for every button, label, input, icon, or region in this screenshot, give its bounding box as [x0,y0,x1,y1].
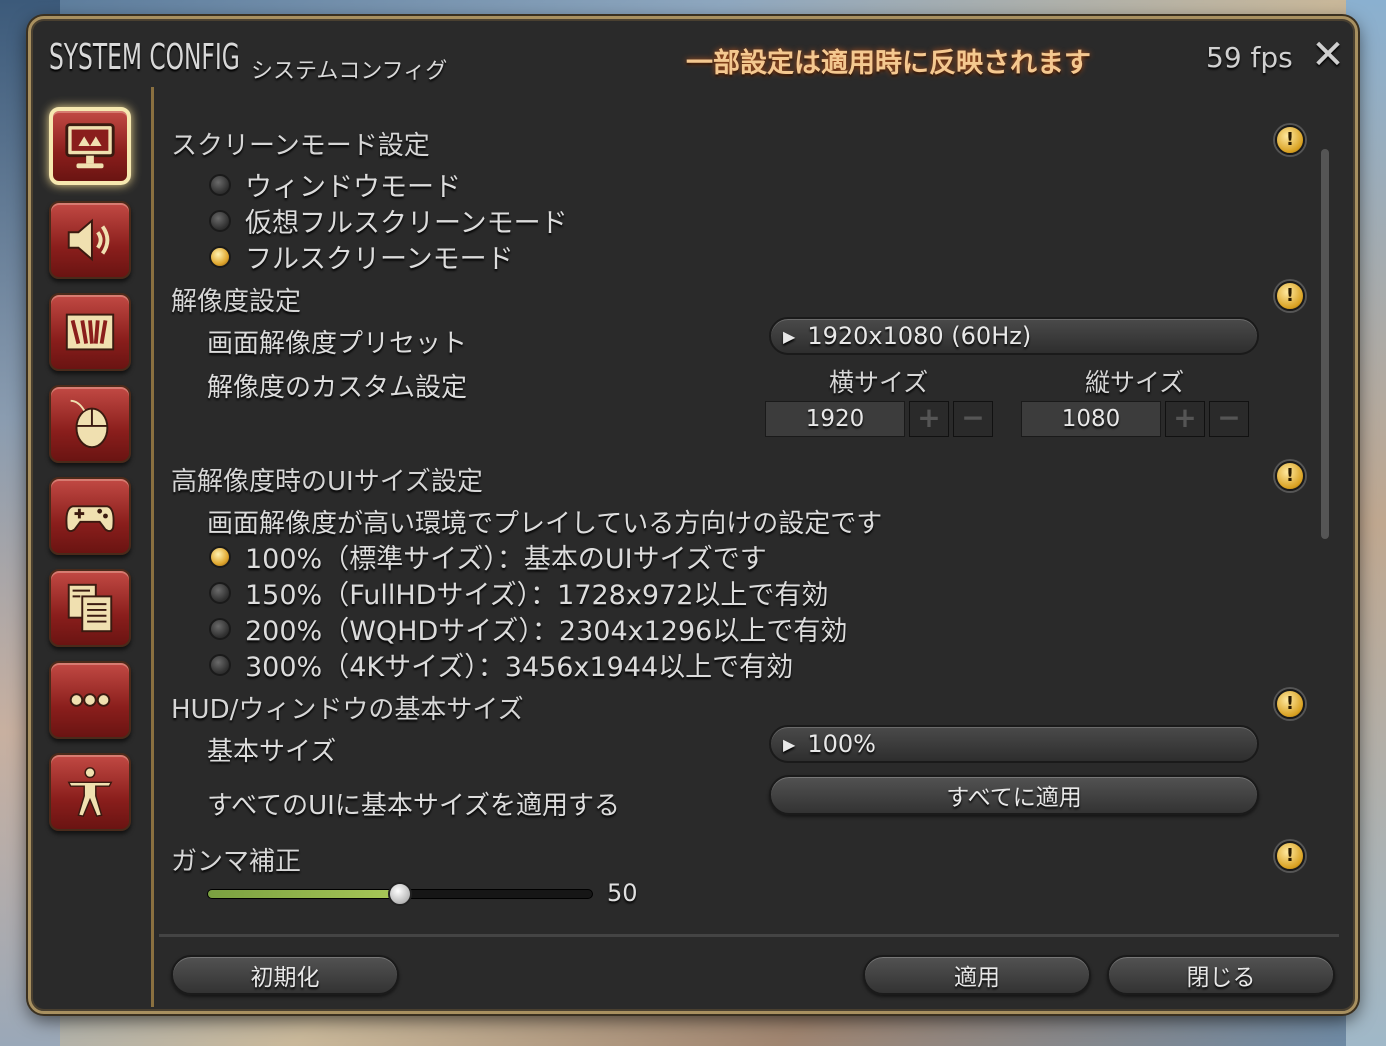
sidebar-divider [151,87,154,1007]
height-input[interactable]: 1080 [1021,401,1161,437]
tab-log[interactable] [49,569,131,647]
tab-mouse[interactable] [49,385,131,463]
fps-counter: 59 fps [1206,41,1293,74]
tab-sound[interactable] [49,201,131,279]
hud-base-size-label: 基本サイズ [207,737,337,767]
hud-base-size-dropdown[interactable]: ▶ 100% [769,725,1259,763]
section-ui-scale-title: 高解像度時のUIサイズ設定 [171,467,483,497]
warning-icon: ! [1275,841,1305,871]
radio-indicator-selected [209,245,231,268]
title-bar: SYSTEM CONFIG システムコンフィグ 一部設定は適用時に反映されます … [31,19,1355,89]
resolution-preset-label: 画面解像度プリセット [207,329,468,359]
close-icon: ✕ [1311,32,1345,78]
radio-label: 300%（4Kサイズ）：3456x1944以上で有効 [245,652,794,683]
radio-indicator [209,209,231,232]
width-input[interactable]: 1920 [765,401,905,437]
radio-fullscreen[interactable]: フルスクリーンモード [209,237,514,276]
radio-indicator-selected [209,545,231,568]
gamma-slider-knob[interactable] [388,882,412,906]
tab-other[interactable] [49,661,131,739]
section-screen-mode-title: スクリーンモード設定 [171,131,430,161]
tab-display[interactable] [49,107,131,185]
radio-label: ウィンドウモード [245,172,461,203]
close-button[interactable]: 閉じる [1107,955,1335,995]
radio-indicator [209,581,231,604]
dropdown-value: 100% [807,730,876,758]
height-plus-button[interactable]: + [1165,401,1205,437]
gamma-slider-fill [208,890,400,898]
monitor-icon [65,123,115,169]
settings-panel: スクリーンモード設定 ! ウィンドウモード 仮想フルスクリーンモード フルスクリ… [171,109,1341,929]
radio-ui-100[interactable]: 100%（標準サイズ）：基本のUIサイズです [209,537,767,576]
warning-icon: ! [1275,689,1305,719]
width-label: 横サイズ [829,368,929,397]
tab-gamepad[interactable] [49,477,131,555]
ui-scale-description: 画面解像度が高い環境でプレイしている方向けの設定です [207,509,883,539]
radio-label: 100%（標準サイズ）：基本のUIサイズです [245,544,767,575]
radio-ui-200[interactable]: 200%（WQHDサイズ）：2304x1296以上で有効 [209,609,847,648]
radio-virtual-fullscreen[interactable]: 仮想フルスクリーンモード [209,201,568,240]
height-minus-button[interactable]: − [1209,401,1249,437]
documents-icon [67,583,113,633]
radio-label: 150%（FullHDサイズ）：1728x972以上で有効 [245,580,829,611]
width-minus-button[interactable]: − [953,401,993,437]
accessibility-icon [67,767,113,817]
section-gamma-title: ガンマ補正 [171,847,302,877]
warning-icon: ! [1275,461,1305,491]
hotbar-icon [65,313,115,351]
more-icon [69,693,111,707]
radio-ui-300[interactable]: 300%（4Kサイズ）：3456x1944以上で有効 [209,645,793,684]
gamma-value: 50 [607,879,638,907]
apply-all-label: すべてのUIに基本サイズを適用する [207,791,621,821]
dropdown-value: 1920x1080 (60Hz) [807,322,1032,350]
radio-indicator [209,653,231,676]
resolution-preset-dropdown[interactable]: ▶ 1920x1080 (60Hz) [769,317,1259,355]
radio-ui-150[interactable]: 150%（FullHDサイズ）：1728x972以上で有効 [209,573,828,612]
footer-divider [159,934,1339,937]
close-window-button[interactable]: ✕ [1306,32,1350,78]
mouse-icon [70,399,109,449]
warning-icon: ! [1275,125,1305,155]
width-plus-button[interactable]: + [909,401,949,437]
radio-label: フルスクリーンモード [245,244,514,275]
custom-resolution-label: 解像度のカスタム設定 [207,373,468,403]
radio-indicator [209,173,231,196]
radio-window-mode[interactable]: ウィンドウモード [209,165,461,204]
apply-all-button[interactable]: すべてに適用 [769,775,1259,815]
apply-notice: 一部設定は適用時に反映されます [686,48,1091,79]
window-title: SYSTEM CONFIG [49,37,240,78]
gamepad-icon [65,505,115,533]
radio-label: 仮想フルスクリーンモード [245,208,568,239]
apply-button[interactable]: 適用 [863,955,1091,995]
section-resolution-title: 解像度設定 [171,287,302,317]
height-label: 縦サイズ [1085,368,1185,397]
dropdown-arrow-icon: ▶ [783,326,796,346]
warning-icon: ! [1275,281,1305,311]
dropdown-arrow-icon: ▶ [783,734,796,754]
tab-hotbar[interactable] [49,293,131,371]
radio-label: 200%（WQHDサイズ）：2304x1296以上で有効 [245,616,848,647]
system-config-window: SYSTEM CONFIG システムコンフィグ 一部設定は適用時に反映されます … [28,16,1358,1014]
tab-accessibility[interactable] [49,753,131,831]
reset-button[interactable]: 初期化 [171,955,399,995]
speaker-icon [67,218,110,262]
radio-indicator [209,617,231,640]
window-subtitle: システムコンフィグ [251,59,448,84]
section-hud-title: HUD/ウィンドウの基本サイズ [171,695,524,725]
